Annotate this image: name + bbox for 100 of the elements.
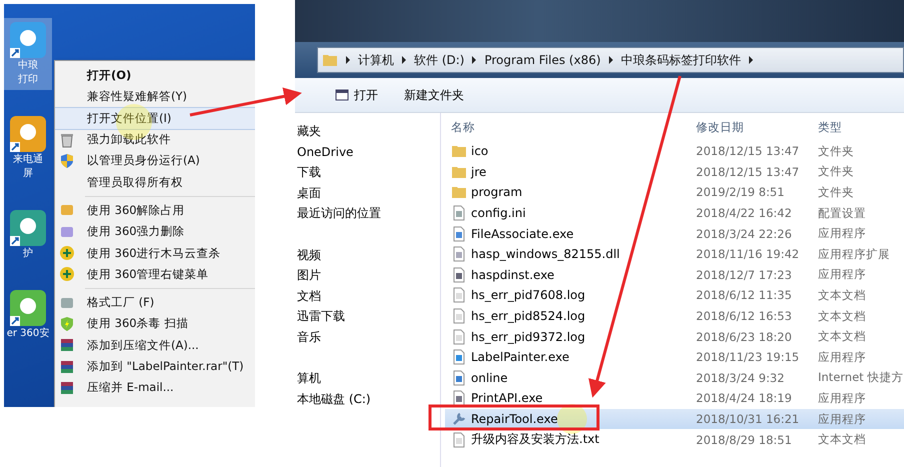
menu-item[interactable]: 使用 360杀毒 扫描	[55, 313, 255, 335]
menu-item[interactable]: 以管理员身份运行(A)	[55, 150, 255, 172]
column-header[interactable]: 修改日期	[690, 120, 814, 134]
file-row[interactable]: program 2019/2/19 8:51 文件夹	[445, 182, 904, 203]
desktop-shortcut[interactable]: er 360安	[4, 286, 52, 344]
menu-item[interactable]: 打开文件位置(I)	[55, 108, 255, 129]
column-header[interactable]: 类型	[814, 120, 904, 134]
nav-item[interactable]: 下载	[295, 162, 440, 183]
file-icon	[451, 390, 467, 406]
menu-item[interactable]: 强力卸载此软件	[55, 128, 255, 150]
file-type: 文本文档	[817, 329, 867, 344]
nav-item[interactable]: 迅雷下载	[295, 306, 440, 327]
file-row[interactable]: 升级内容及安装方法.txt 2018/8/29 18:51 文本文档	[445, 429, 904, 450]
file-date: 2018/6/23 18:20	[695, 330, 793, 344]
breadcrumb-item[interactable]: Program Files (x86)	[484, 53, 601, 67]
desktop-shortcut[interactable]: 护	[4, 206, 52, 264]
file-name: 升级内容及安装方法.txt	[471, 431, 600, 448]
nav-item[interactable]: 藏夹	[295, 121, 440, 142]
file-date: 2018/8/29 18:51	[695, 432, 793, 447]
menu-item[interactable]: 使用 360管理右键菜单	[55, 264, 255, 285]
breadcrumb-item[interactable]: 中琅条码标签打印软件	[620, 52, 741, 68]
file-name: hs_err_pid7608.log	[471, 288, 586, 302]
file-icon	[451, 432, 467, 448]
file-icon	[451, 266, 467, 283]
menu-item[interactable]: 使用 360解除占用	[55, 200, 255, 222]
desktop-shortcut[interactable]: 中琅 打印	[4, 18, 52, 90]
file-row[interactable]: hasp_windows_82155.dll 2018/11/16 19:42 应用程序扩展	[445, 244, 904, 265]
file-row[interactable]: ico 2018/12/15 13:47 文件夹	[445, 141, 904, 162]
file-row[interactable]: online 2018/3/24 9:32 Internet 快捷方	[445, 368, 904, 388]
file-row[interactable]: jre 2018/12/15 13:47 文件夹	[445, 162, 904, 182]
shortcut-label: 中琅	[18, 58, 38, 72]
nav-item[interactable]: 视频	[295, 244, 440, 266]
nav-item[interactable]: 最近访问的位置	[295, 203, 440, 224]
nav-item[interactable]: 文档	[295, 286, 440, 306]
app-icon	[10, 116, 46, 152]
file-date: 2018/6/12 11:35	[695, 288, 793, 302]
breadcrumb-item[interactable]: 计算机	[358, 52, 394, 68]
menu-item[interactable]: 打开(O)	[55, 65, 255, 86]
file-row[interactable]: hs_err_pid7608.log 2018/6/12 11:35 文本文档	[445, 285, 904, 306]
nav-item[interactable]: 图片	[295, 265, 440, 286]
menu-item[interactable]: 兼容性疑难解答(Y)	[55, 86, 255, 108]
file-date: 2018/12/15 13:47	[695, 144, 800, 158]
nav-item[interactable]: 本地磁盘 (C:)	[295, 388, 440, 410]
file-name: hasp_windows_82155.dll	[471, 247, 620, 262]
file-date: 2018/6/12 16:53	[695, 309, 793, 324]
shortcut-label: 打印	[18, 72, 38, 86]
chevron-icon	[345, 56, 351, 64]
menu-item[interactable]: 压缩并 E-mail...	[55, 377, 255, 398]
column-header[interactable]: 名称	[445, 120, 690, 134]
file-type: 配置设置	[817, 206, 867, 221]
plus-icon	[59, 266, 75, 282]
folder-icon	[451, 143, 467, 160]
toolbar-button[interactable]: 新建文件夹	[398, 84, 470, 106]
nav-item[interactable]: 桌面	[295, 182, 440, 204]
file-icon	[451, 328, 467, 345]
app-icon	[10, 210, 46, 246]
file-date: 2018/3/24 9:32	[695, 370, 786, 385]
file-type: 应用程序	[817, 412, 867, 427]
desktop-shortcut[interactable]: 来电通 屏	[4, 112, 52, 184]
file-name: FileAssociate.exe	[471, 226, 574, 241]
file-icon	[451, 411, 467, 428]
window-icon	[335, 88, 349, 102]
file-icon	[451, 246, 467, 262]
menu-item[interactable]: 添加到压缩文件(A)...	[55, 334, 255, 356]
breadcrumb-item[interactable]: 软件 (D:)	[414, 52, 464, 68]
file-name: program	[471, 185, 522, 200]
file-icon	[451, 370, 467, 386]
file-date: 2018/12/7 17:23	[695, 268, 793, 282]
menu-item[interactable]: 管理员取得所有权	[55, 171, 255, 193]
file-name: LabelPainter.exe	[471, 350, 570, 364]
file-row[interactable]: hs_err_pid9372.log 2018/6/23 18:20 文本文档	[445, 326, 904, 347]
file-type: 应用程序	[817, 350, 867, 365]
file-row[interactable]: LabelPainter.exe 2018/11/23 19:15 应用程序	[445, 346, 904, 368]
folder-icon	[451, 184, 467, 200]
app-icon	[10, 290, 46, 326]
menu-item[interactable]: 格式工厂 (F)	[55, 292, 255, 314]
chevron-icon	[401, 56, 407, 64]
address-bar[interactable]: 计算机 软件 (D:) Program Files (x86) 中琅条码标签打印软件	[317, 47, 904, 73]
file-row[interactable]: haspdinst.exe 2018/12/7 17:23 应用程序	[445, 264, 904, 286]
file-name: PrintAPI.exe	[471, 391, 543, 406]
menu-item[interactable]: 使用 360进行木马云查杀	[55, 242, 255, 264]
chevron-icon	[608, 56, 614, 64]
nav-item[interactable]: OneDrive	[295, 142, 440, 162]
file-date: 2018/4/22 16:42	[695, 206, 793, 220]
file-row[interactable]: FileAssociate.exe 2018/3/24 22:26 应用程序	[445, 223, 904, 244]
file-row[interactable]: hs_err_pid8524.log 2018/6/12 16:53 文本文档	[445, 306, 904, 326]
file-name: haspdinst.exe	[471, 268, 554, 282]
nav-item[interactable]: 算机	[295, 368, 440, 389]
file-type: 文件夹	[817, 184, 855, 200]
file-row[interactable]: RepairTool.exe 2018/10/31 16:21 应用程序	[445, 408, 904, 430]
menu-item[interactable]: 使用 360强力删除	[55, 221, 255, 242]
toolbar-button[interactable]: 打开	[329, 84, 384, 106]
shortcut-label: er 360安	[6, 326, 50, 340]
file-name: online	[471, 370, 508, 385]
file-row[interactable]: PrintAPI.exe 2018/4/24 18:19 应用程序	[445, 388, 904, 409]
file-type: 文件夹	[817, 164, 855, 180]
menu-item[interactable]: 添加到 "LabelPainter.rar"(T)	[55, 356, 255, 378]
nav-item[interactable]: 音乐	[295, 326, 440, 348]
shield-icon	[59, 316, 75, 332]
file-row[interactable]: config.ini 2018/4/22 16:42 配置设置	[445, 202, 904, 224]
